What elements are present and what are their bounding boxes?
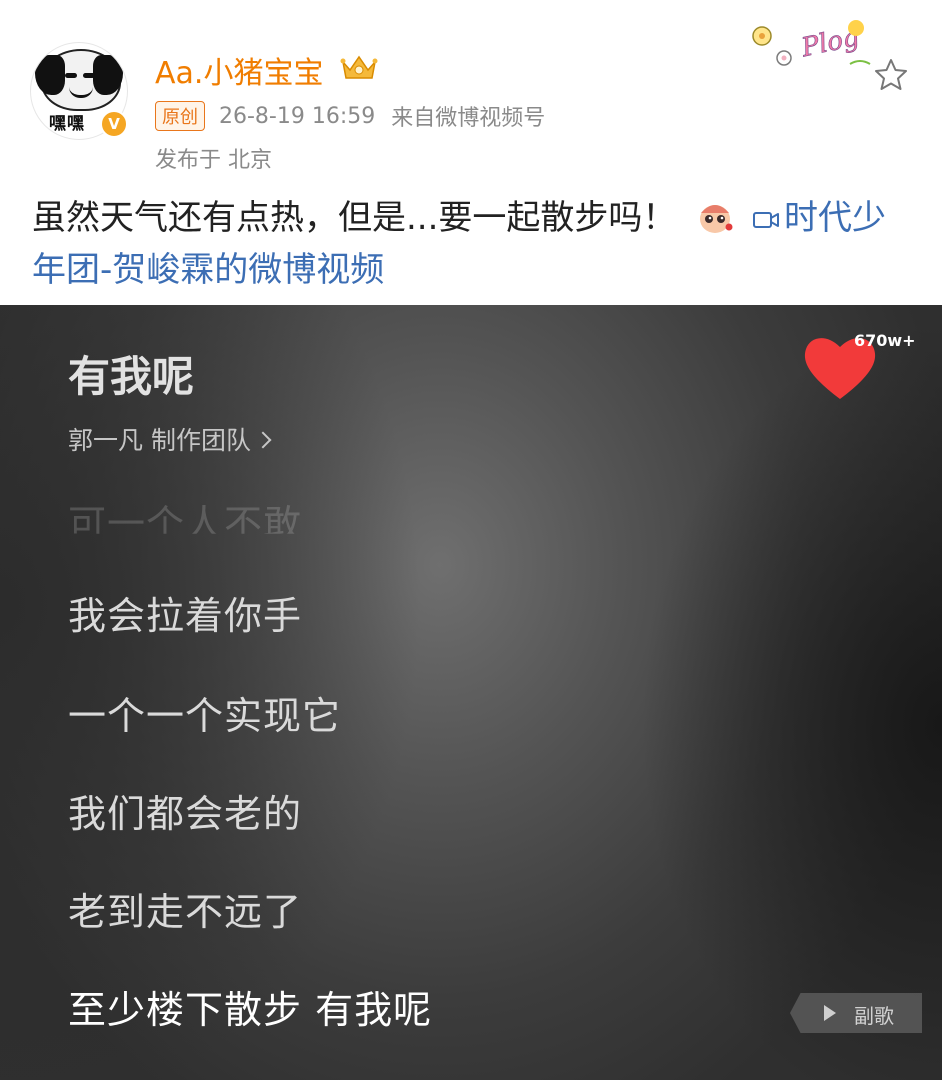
verified-badge-icon: V [100, 110, 128, 138]
original-tag: 原创 [155, 101, 205, 131]
like-count: 670w+ [854, 331, 916, 350]
post-timestamp: 26-8-19 16:59 [219, 103, 376, 129]
lyric-line: 一个一个实现它 [68, 694, 342, 738]
chorus-button[interactable]: 副歌 [790, 993, 922, 1033]
lyric-line: 我会拉着你手 [68, 594, 303, 638]
post-meta: 原创 26-8-19 16:59 来自微博视频号 [155, 100, 545, 132]
song-credits-label: 郭一凡 制作团队 [68, 426, 251, 455]
crown-icon [340, 55, 378, 79]
username-link[interactable]: Aa.小猪宝宝 [155, 48, 323, 92]
plog-sticker-icon: Plog [752, 20, 871, 66]
weibo-post-header: 嘿嘿 V Aa.小猪宝宝 原创 26-8-19 16:59 来自微博视频号 发布… [0, 0, 942, 305]
avatar-caption: 嘿嘿 [49, 114, 85, 134]
play-icon [824, 1005, 836, 1021]
lyric-line-active: 至少楼下散步 有我呢 [68, 988, 433, 1032]
post-source[interactable]: 来自微博视频号 [391, 100, 545, 132]
chorus-button-label: 副歌 [854, 1004, 894, 1028]
cute-emoji-icon [700, 205, 733, 233]
post-text: 虽然天气还有点热，但是...要一起散步吗！ 时代少年团-贺峻霖的微博视频 [32, 192, 912, 296]
post-body-text: 虽然天气还有点热，但是...要一起散步吗！ [32, 198, 677, 238]
song-credits[interactable]: 郭一凡 制作团队 [68, 421, 272, 457]
song-title: 有我呢 [68, 352, 195, 401]
favorite-star-icon[interactable] [872, 56, 910, 94]
video-camera-icon [753, 212, 780, 228]
chevron-right-icon [254, 431, 272, 449]
lyric-line-faded: 可一个人不敢 [68, 502, 303, 546]
post-location: 发布于 北京 [155, 148, 272, 173]
lyric-line: 老到走不远了 [68, 890, 303, 934]
lyric-line: 我们都会老的 [68, 792, 303, 836]
video-player-lyrics[interactable]: 有我呢 郭一凡 制作团队 可一个人不敢 我会拉着你手 一个一个实现它 我们都会老… [0, 305, 942, 1080]
